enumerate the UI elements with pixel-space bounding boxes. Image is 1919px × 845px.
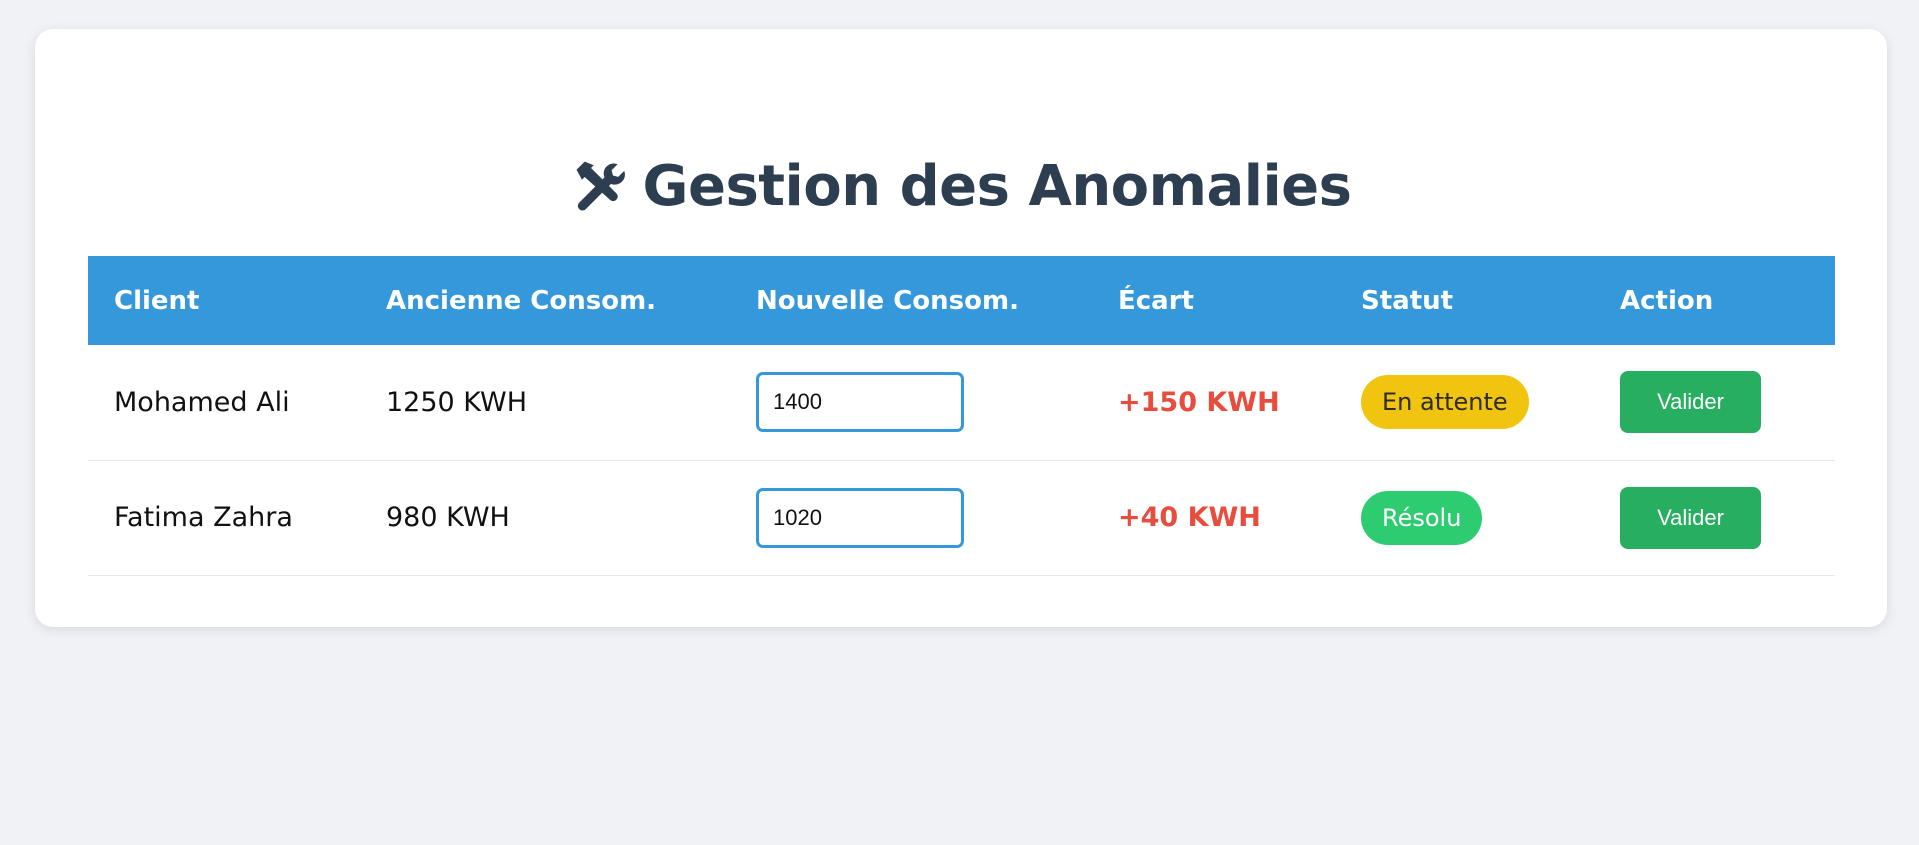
table-row: Mohamed Ali 1250 KWH +150 KWH En attente… [88, 345, 1835, 460]
header-nouvelle-consom: Nouvelle Consom. [756, 285, 1019, 316]
nouvelle-consom-input[interactable] [756, 487, 964, 548]
statut-cell: Résolu [1335, 460, 1594, 575]
header-action: Action [1620, 285, 1714, 316]
table-header-row: Client Ancienne Consom. Nouvelle Consom.… [88, 256, 1835, 345]
nouvelle-consom-cell [730, 460, 1092, 575]
header-ecart: Écart [1118, 285, 1194, 316]
valider-button[interactable]: Valider [1620, 486, 1761, 549]
statut-cell: En attente [1335, 345, 1594, 460]
ecart-cell: +40 KWH [1092, 460, 1335, 575]
nouvelle-consom-cell [730, 345, 1092, 460]
client-name: Fatima Zahra [114, 502, 293, 533]
nouvelle-consom-input[interactable] [756, 372, 964, 433]
tools-icon [571, 157, 631, 217]
valider-button[interactable]: Valider [1620, 371, 1761, 434]
ecart-cell: +150 KWH [1092, 345, 1335, 460]
ecart-value: +40 KWH [1118, 502, 1261, 533]
anomalies-card: Gestion des Anomalies Client Ancienne Co… [35, 29, 1887, 627]
status-badge: Résolu [1361, 490, 1483, 545]
status-badge: En attente [1361, 375, 1529, 430]
page-header: Gestion des Anomalies [35, 154, 1887, 219]
header-statut: Statut [1361, 285, 1454, 316]
table-row: Fatima Zahra 980 KWH +40 KWH Résolu Vali… [88, 460, 1835, 575]
ecart-value: +150 KWH [1118, 386, 1280, 418]
page-title: Gestion des Anomalies [642, 154, 1353, 219]
ancienne-consom: 980 KWH [386, 502, 510, 533]
ancienne-consom: 1250 KWH [386, 386, 528, 418]
anomalies-table: Client Ancienne Consom. Nouvelle Consom.… [88, 256, 1835, 576]
action-cell: Valider [1594, 345, 1835, 460]
header-ancienne-consom: Ancienne Consom. [386, 285, 657, 316]
client-name: Mohamed Ali [114, 386, 290, 418]
action-cell: Valider [1594, 460, 1835, 575]
table-body: Mohamed Ali 1250 KWH +150 KWH En attente… [88, 345, 1835, 575]
header-client: Client [114, 285, 200, 316]
table-header: Client Ancienne Consom. Nouvelle Consom.… [88, 256, 1835, 345]
